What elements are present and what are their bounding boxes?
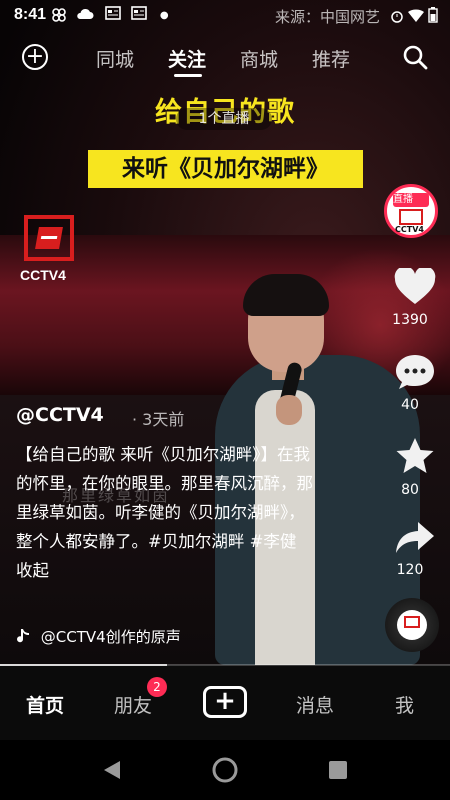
creator-avatar-live[interactable]: 直播 CCTV4 [384,184,438,238]
friends-badge: 2 [147,677,167,697]
live-count-pill[interactable]: 1个直播 [176,108,272,130]
favorite-count: 80 [401,482,419,498]
avatar-logo-mark [399,209,423,225]
tab-mall[interactable]: 商城 [240,45,278,72]
video-title-line2: 来听《贝加尔湖畔》 [88,150,363,188]
music-credit-text: @CCTV4创作的原声 [40,628,181,646]
singer-hand [276,395,302,425]
pinwheel-icon [52,8,66,22]
comment-action[interactable]: 40 [380,353,440,413]
dot-icon: ● [159,10,169,21]
add-circle-icon[interactable]: + [22,44,48,70]
music-disc-cover [397,610,427,640]
share-icon [395,522,434,553]
recents-icon[interactable] [328,760,348,780]
home-icon[interactable] [212,757,238,783]
nav-friends[interactable]: 朋友 [114,691,152,718]
avatar-text: CCTV4 [395,225,424,234]
comment-count: 40 [401,397,419,413]
music-disc[interactable] [385,598,439,652]
star-icon [396,438,433,473]
post-caption[interactable]: 【给自己的歌 来听《贝加尔湖畔》】在我的怀里，在你的眼里。那里春风沉醉，那里绿草… [16,440,316,585]
post-time: · 3天前 [132,410,185,429]
nav-messages[interactable]: 消息 [296,691,334,718]
like-action[interactable]: 1390 [380,266,440,328]
news-icon-2 [131,6,148,20]
system-status-icons [390,7,438,27]
singer-hair [243,274,329,316]
notification-icons: ● [52,6,169,24]
nav-me[interactable]: 我 [395,691,414,718]
cctv4-logo: CCTV4 [20,215,78,290]
nav-home[interactable]: 首页 [26,691,64,718]
tab-following[interactable]: 关注 [168,45,206,72]
cctv-logo-text: CCTV4 [20,267,66,283]
active-tab-indicator [174,74,202,77]
live-label: 直播 [393,193,429,207]
top-navigation: + 同城 关注 商城 推荐 [0,40,450,80]
system-navigation-bar [0,740,450,800]
author-handle[interactable]: @CCTV4 [16,404,104,426]
share-count: 120 [396,562,424,578]
battery-icon [428,7,438,23]
news-icon [105,6,121,20]
bottom-navigation: 首页 朋友 2 + 消息 我 [0,666,450,740]
music-credit[interactable]: @CCTV4创作的原声 [16,626,181,647]
tab-recommend[interactable]: 推荐 [312,45,350,72]
status-bar: 8:41 ● 来源：中国网艺 [0,0,450,32]
video-source-text: 来源：中国网艺 [274,8,380,26]
cctv-logo-mark [24,215,74,261]
search-icon[interactable] [402,44,428,70]
comment-icon [395,355,434,389]
share-action[interactable]: 120 [380,520,440,578]
cloud-icon [77,8,94,19]
wifi-icon [407,9,424,22]
tab-nearby[interactable]: 同城 [96,45,134,72]
heart-icon [394,266,435,304]
back-icon[interactable] [102,759,122,781]
favorite-action[interactable]: 80 [380,436,440,498]
like-count: 1390 [392,312,428,328]
music-note-icon [17,629,29,643]
create-button[interactable]: + [203,686,247,718]
status-time: 8:41 [14,6,47,23]
alarm-icon [390,11,403,23]
